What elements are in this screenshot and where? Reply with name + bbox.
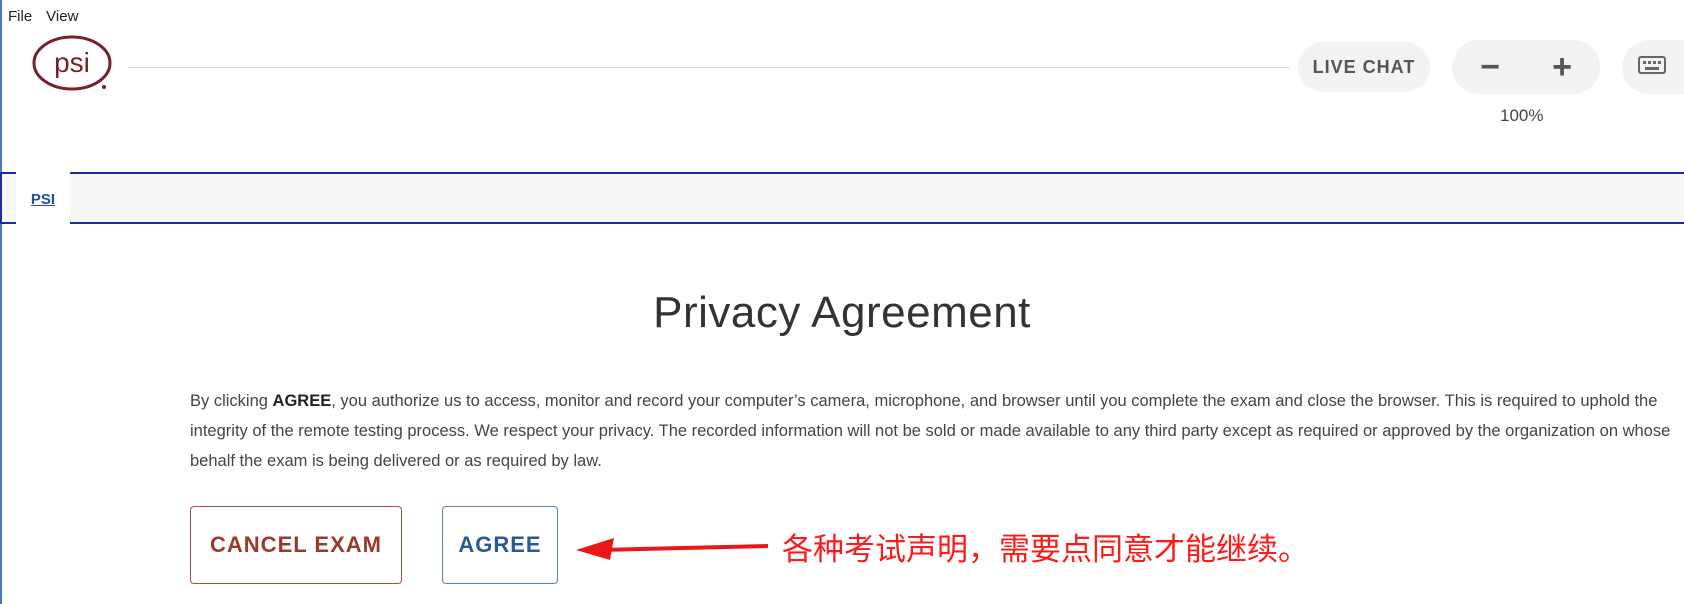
annotation-arrow-icon [576, 538, 769, 560]
agree-button[interactable]: AGREE [442, 506, 558, 584]
keyboard-button[interactable] [1622, 40, 1684, 94]
menu-view[interactable]: View [46, 8, 78, 25]
agreement-prefix: By clicking [190, 392, 273, 410]
header: psi LIVE CHAT − + 100% [0, 30, 1684, 150]
tab-bar: PSI [0, 172, 1684, 228]
psi-logo: psi [30, 34, 116, 92]
page-title: Privacy Agreement [653, 288, 1031, 337]
zoom-controls: − + [1452, 40, 1600, 94]
header-divider [128, 67, 1290, 68]
tab-psi[interactable]: PSI [16, 172, 70, 228]
cancel-exam-button[interactable]: CANCEL EXAM [190, 506, 402, 584]
agreement-bold: AGREE [272, 392, 332, 410]
menu-file[interactable]: File [8, 8, 32, 25]
live-chat-button[interactable]: LIVE CHAT [1298, 42, 1430, 92]
annotation-text: 各种考试声明，需要点同意才能继续。 [782, 532, 1309, 568]
agreement-rest: , you authorize us to access, monitor an… [190, 392, 1671, 470]
keyboard-icon [1638, 55, 1666, 79]
zoom-in-button[interactable]: + [1532, 40, 1592, 94]
zoom-level: 100% [1500, 106, 1544, 125]
logo-text: psi [54, 47, 90, 78]
menu-bar: File View [8, 8, 78, 25]
agreement-text: By clicking AGREE, you authorize us to a… [190, 386, 1684, 476]
zoom-out-button[interactable]: − [1460, 40, 1520, 94]
